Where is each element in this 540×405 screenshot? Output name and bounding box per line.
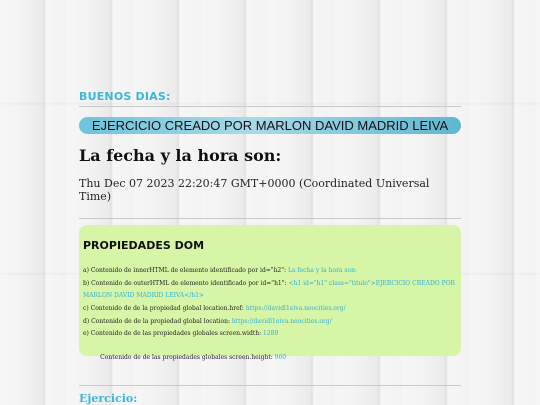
exercise-heading: Ejercicio: xyxy=(79,392,138,405)
date-time-heading: La fecha y la hora son: xyxy=(79,146,282,165)
dom-line-d: d) Contenido de de la propiedad global l… xyxy=(83,316,457,328)
dom-line-b-value-cont: MARLON DAVID MADRID LEIVA</h1> xyxy=(83,292,204,299)
divider xyxy=(79,218,461,219)
dom-line-f: Contenido de de las propiedades globales… xyxy=(83,340,457,376)
dom-line-a-label: a) Contenido de innerHTML de elemento id… xyxy=(83,267,288,274)
divider xyxy=(79,106,461,107)
dom-line-a: a) Contenido de innerHTML de elemento id… xyxy=(83,265,457,277)
dom-line-b: b) Contenido de outerHTML de elemento id… xyxy=(83,278,457,290)
dom-line-e-label: e) Contenido de de las propiedades globa… xyxy=(83,330,264,337)
dom-line-f-label: Contenido de de las propiedades globales… xyxy=(94,354,275,361)
dom-properties-title: PROPIEDADES DOM xyxy=(83,239,205,252)
greeting-heading: BUENOS DIAS: xyxy=(79,90,171,103)
page-content: BUENOS DIAS: EJERCICIO CREADO POR MARLON… xyxy=(0,0,540,405)
dom-line-a-value: La fecha y la hora son: xyxy=(287,267,357,274)
dom-line-c-label: c) Contenido de de la propiedad global l… xyxy=(83,305,246,312)
dom-line-e-value: 1280 xyxy=(263,330,279,337)
dom-properties-panel: PROPIEDADES DOM a) Contenido de innerHTM… xyxy=(79,225,461,361)
dom-line-e: e) Contenido de de las propiedades globa… xyxy=(83,328,457,340)
dom-line-b-cont: MARLON DAVID MADRID LEIVA</h1> xyxy=(83,290,457,302)
divider xyxy=(79,385,461,386)
dom-line-b-label: b) Contenido de outerHTML de elemento id… xyxy=(83,280,289,287)
dom-line-c: c) Contenido de de la propiedad global l… xyxy=(83,303,457,315)
dom-line-d-value: https://davidl1eiva.neocities.org/ xyxy=(231,318,332,325)
dom-line-f-value: 960 xyxy=(274,354,287,361)
dom-line-c-value: https://davidl1eiva.neocities.org/ xyxy=(245,305,346,312)
page-title-banner: EJERCICIO CREADO POR MARLON DAVID MADRID… xyxy=(79,117,461,134)
dom-line-b-value: <h1 id="h1" class="titulo">EJERCICIO CRE… xyxy=(288,280,456,287)
dom-line-d-label: d) Contenido de de la propiedad global l… xyxy=(83,318,232,325)
date-time-value: Thu Dec 07 2023 22:20:47 GMT+0000 (Coord… xyxy=(79,177,430,203)
